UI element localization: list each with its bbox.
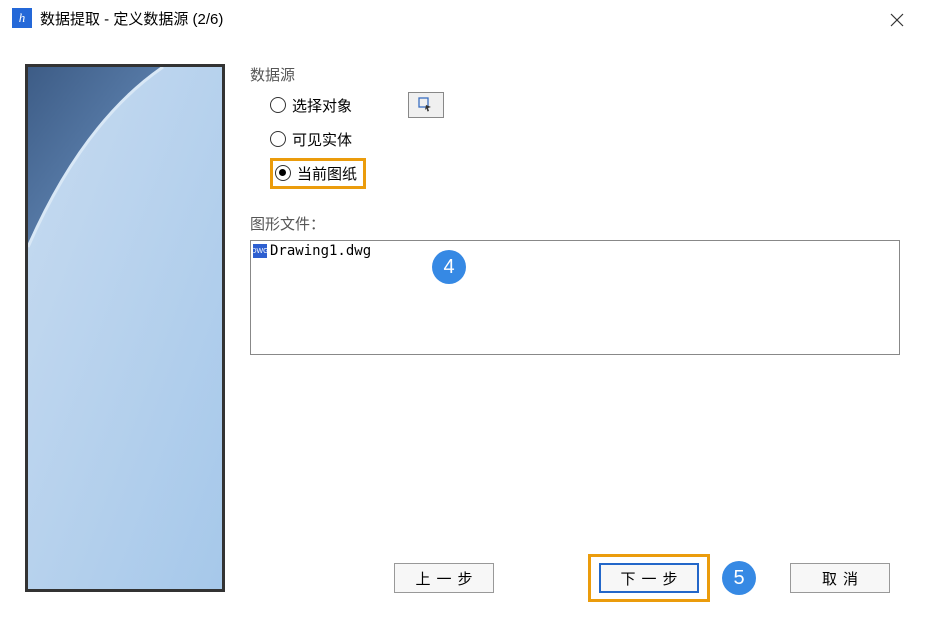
- annotation-4: 4: [432, 250, 466, 284]
- list-item[interactable]: DWG Drawing1.dwg: [253, 243, 897, 259]
- pick-objects-button[interactable]: [408, 92, 444, 118]
- annotation-5: 5: [722, 561, 756, 595]
- buttons-row: 上一步 下一步 5 取消: [394, 554, 890, 602]
- drawing-files-label: 图形文件：: [250, 213, 900, 234]
- close-button[interactable]: [881, 8, 913, 32]
- file-name: Drawing1.dwg: [270, 243, 371, 259]
- right-panel: 数据源 选择对象 可见实体 当前图纸: [250, 64, 900, 592]
- next-button[interactable]: 下一步: [599, 563, 699, 593]
- close-icon: [890, 13, 904, 27]
- next-button-highlight: 下一步: [588, 554, 710, 602]
- dialog-content: 数据源 选择对象 可见实体 当前图纸: [0, 36, 925, 602]
- datasource-group-label: 数据源: [250, 64, 900, 85]
- radio-group: 选择对象 可见实体 当前图纸: [250, 91, 900, 193]
- radio-current-drawing[interactable]: [275, 165, 291, 181]
- window-title: 数据提取 - 定义数据源 (2/6): [40, 8, 223, 29]
- pick-cursor-icon: [418, 97, 434, 113]
- radio-current-drawing-label: 当前图纸: [297, 163, 357, 184]
- radio-visible-entities-label: 可见实体: [292, 129, 352, 150]
- page-preview-image: [28, 67, 222, 589]
- radio-select-objects-label: 选择对象: [292, 95, 352, 116]
- radio-select-objects[interactable]: [270, 97, 286, 113]
- preview-panel: [25, 64, 225, 592]
- drawing-files-list[interactable]: DWG Drawing1.dwg: [250, 240, 900, 355]
- prev-button[interactable]: 上一步: [394, 563, 494, 593]
- dwg-file-icon: DWG: [253, 244, 267, 258]
- titlebar: h 数据提取 - 定义数据源 (2/6): [0, 0, 925, 36]
- cancel-button[interactable]: 取消: [790, 563, 890, 593]
- app-icon: h: [12, 8, 32, 28]
- radio-visible-entities[interactable]: [270, 131, 286, 147]
- radio-current-drawing-highlight: 当前图纸: [270, 158, 366, 189]
